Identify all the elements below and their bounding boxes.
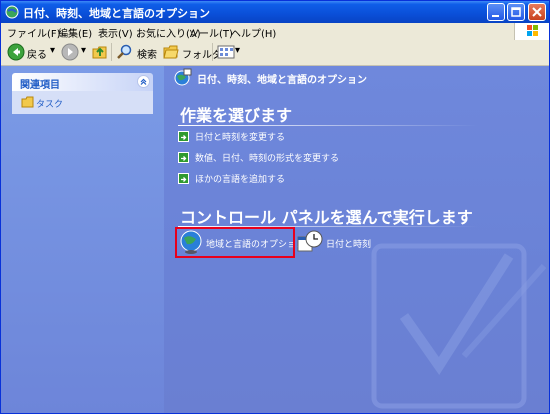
highlight-box	[175, 227, 295, 258]
task-arrow-icon	[178, 152, 189, 163]
toolbar: 戻る ▾ ▾ 検索 フォルダ ▾	[1, 40, 549, 66]
menu-view[interactable]: 表示(V)	[98, 25, 133, 40]
views-dropdown-icon[interactable]: ▾	[235, 45, 240, 56]
back-button[interactable]: 戻る	[27, 46, 47, 61]
control-panel-title: コントロール パネルを選んで実行します	[180, 208, 473, 227]
back-dropdown-icon[interactable]: ▾	[50, 45, 55, 56]
menu-edit[interactable]: 編集(E)	[58, 25, 92, 40]
pick-task-title: 作業を選びます	[180, 106, 293, 125]
clock-icon	[297, 229, 323, 258]
task-folder-icon	[21, 96, 34, 111]
see-also-title: 関連項目	[20, 80, 60, 91]
applet-label[interactable]: 日付と時刻	[326, 237, 371, 250]
applet-date-time[interactable]: 日付と時刻	[297, 227, 387, 257]
category-title: 日付、時刻、地域と言語のオプション	[197, 75, 367, 86]
views-icon[interactable]	[217, 43, 235, 64]
back-arrow-icon[interactable]	[7, 43, 25, 64]
task-label[interactable]: 日付と時刻を変更する	[195, 130, 285, 143]
collapse-chevron-icon[interactable]	[137, 75, 150, 88]
menu-file[interactable]: ファイル(F)	[7, 25, 61, 40]
windows-logo-icon	[514, 23, 549, 40]
forward-dropdown-icon[interactable]: ▾	[81, 45, 86, 56]
see-also-body: タスク	[12, 91, 153, 114]
search-button[interactable]: 検索	[137, 46, 157, 61]
forward-arrow-icon[interactable]	[61, 43, 79, 64]
close-button[interactable]	[528, 3, 546, 21]
task-link[interactable]: タスク	[36, 97, 63, 110]
search-icon[interactable]	[116, 43, 134, 64]
menu-help[interactable]: ヘルプ(H)	[231, 25, 276, 40]
folders-icon[interactable]	[162, 43, 180, 64]
window: 日付、時刻、地域と言語のオプション ファイル(F) 編集(E) 表示(V) お気…	[0, 0, 550, 414]
menu-bar: ファイル(F) 編集(E) 表示(V) お気に入り(A) ツール(T) ヘルプ(…	[1, 23, 549, 41]
category-header: 日付、時刻、地域と言語のオプション	[164, 66, 549, 86]
task-pane: 関連項目 タスク	[1, 66, 164, 413]
category-globe-icon	[172, 67, 192, 90]
see-also-header[interactable]: 関連項目	[12, 73, 153, 91]
menu-tools[interactable]: ツール(T)	[189, 25, 233, 40]
minimize-button[interactable]	[487, 3, 505, 21]
folders-button[interactable]: フォルダ	[182, 46, 222, 61]
task-arrow-icon	[178, 173, 189, 184]
task-label[interactable]: ほかの言語を追加する	[195, 172, 285, 185]
see-also-panel: 関連項目 タスク	[12, 73, 153, 114]
window-title: 日付、時刻、地域と言語のオプション	[23, 7, 210, 20]
up-folder-icon[interactable]	[91, 43, 109, 64]
control-panel-icon	[5, 5, 19, 19]
title-bar[interactable]: 日付、時刻、地域と言語のオプション	[1, 1, 549, 23]
maximize-button[interactable]	[507, 3, 525, 21]
toolbar-separator	[212, 43, 213, 61]
task-label[interactable]: 数値、日付、時刻の形式を変更する	[195, 151, 339, 164]
toolbar-separator	[111, 43, 112, 61]
task-arrow-icon	[178, 131, 189, 142]
divider	[178, 125, 478, 126]
